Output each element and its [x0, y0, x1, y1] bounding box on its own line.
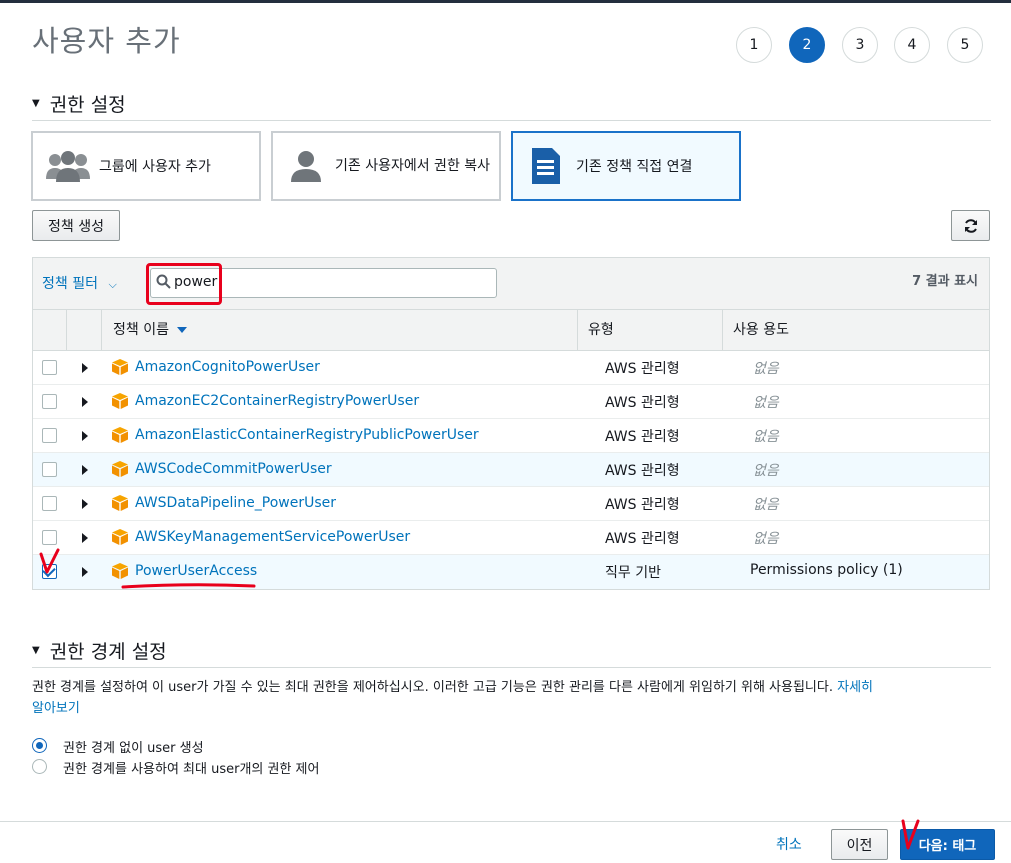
table-row[interactable]: AWSDataPipeline_PowerUser AWS 관리형 없음 [33, 487, 989, 521]
policy-usage: Permissions policy (1) [750, 562, 903, 578]
step-1[interactable]: 1 [736, 27, 772, 63]
expand-row-icon[interactable] [82, 397, 88, 407]
policy-usage: 없음 [753, 429, 779, 445]
policy-type: AWS 관리형 [605, 361, 680, 377]
policy-name-link[interactable]: AmazonCognitoPowerUser [135, 359, 320, 375]
annotation-check-mark [39, 548, 60, 574]
policy-type: AWS 관리형 [605, 395, 680, 411]
policy-name-link[interactable]: AmazonElasticContainerRegistryPublicPowe… [135, 427, 479, 443]
policy-filter-label: 정책 필터 [42, 276, 98, 292]
policy-usage: 없음 [753, 463, 779, 479]
policy-name-link[interactable]: AWSCodeCommitPowerUser [135, 461, 332, 477]
permissions-heading: 권한 설정 [49, 94, 126, 116]
document-icon [530, 148, 560, 184]
annotation-underline [121, 583, 256, 589]
table-row[interactable]: AmazonCognitoPowerUser AWS 관리형 없음 [33, 351, 989, 385]
aws-managed-policy-icon [111, 358, 129, 380]
header-select [33, 310, 66, 350]
step-4[interactable]: 4 [894, 27, 930, 63]
create-policy-button[interactable]: 정책 생성 [32, 210, 120, 241]
option-label: 기존 정책 직접 연결 [576, 159, 693, 175]
step-5[interactable]: 5 [947, 27, 983, 63]
boundary-heading: 권한 경계 설정 [49, 641, 167, 663]
policy-name-link[interactable]: AWSKeyManagementServicePowerUser [135, 529, 410, 545]
top-border [0, 0, 1011, 3]
option-label: 그룹에 사용자 추가 [99, 159, 211, 175]
policy-usage: 없음 [753, 531, 779, 547]
header-policy-name-label: 정책 이름 [113, 322, 169, 338]
aws-managed-policy-icon [111, 392, 129, 414]
policy-name-link[interactable]: PowerUserAccess [135, 563, 257, 579]
header-usage[interactable]: 사용 용도 [722, 310, 989, 350]
expand-row-icon[interactable] [82, 499, 88, 509]
aws-managed-policy-icon [111, 426, 129, 448]
sort-desc-icon [177, 327, 188, 333]
table-header: 정책 이름 유형 사용 용도 [33, 310, 989, 351]
user-icon [289, 149, 323, 183]
row-checkbox[interactable] [42, 394, 57, 409]
radio-use-boundary[interactable] [32, 759, 47, 774]
boundary-description: 권한 경계를 설정하여 이 user가 가질 수 있는 최대 권한을 제어하십시… [32, 677, 992, 719]
page-title: 사용자 추가 [32, 24, 181, 58]
policy-usage: 없음 [753, 361, 779, 377]
previous-button[interactable]: 이전 [831, 829, 888, 860]
row-checkbox[interactable] [42, 496, 57, 511]
caret-down-icon: ▼ [32, 98, 40, 109]
expand-row-icon[interactable] [82, 567, 88, 577]
section-divider [32, 667, 991, 668]
option-add-to-group[interactable]: 그룹에 사용자 추가 [31, 131, 261, 201]
radio-no-boundary-label: 권한 경계 없이 user 생성 [63, 741, 204, 756]
boundary-description-text: 권한 경계를 설정하여 이 user가 가질 수 있는 최대 권한을 제어하십시… [32, 680, 833, 695]
row-checkbox[interactable] [42, 428, 57, 443]
header-type[interactable]: 유형 [577, 310, 722, 350]
policy-name-link[interactable]: AmazonEC2ContainerRegistryPowerUser [135, 393, 419, 409]
header-expand [66, 310, 101, 350]
chevron-down-icon: ⌵ [108, 278, 117, 291]
refresh-button[interactable] [951, 210, 990, 241]
policy-name-link[interactable]: AWSDataPipeline_PowerUser [135, 495, 336, 511]
policy-type: AWS 관리형 [605, 497, 680, 513]
annotation-check-mark [901, 819, 920, 850]
table-row[interactable]: AWSCodeCommitPowerUser AWS 관리형 없음 [33, 453, 989, 487]
expand-row-icon[interactable] [82, 533, 88, 543]
group-icon [45, 149, 91, 183]
aws-managed-policy-icon [111, 494, 129, 516]
header-policy-name[interactable]: 정책 이름 [101, 310, 577, 350]
policy-type: AWS 관리형 [605, 463, 680, 479]
row-checkbox[interactable] [42, 530, 57, 545]
boundary-section-toggle[interactable]: ▼ 권한 경계 설정 [32, 637, 167, 664]
section-divider [32, 120, 991, 121]
expand-row-icon[interactable] [82, 431, 88, 441]
policy-usage: 없음 [753, 497, 779, 513]
option-copy-permissions[interactable]: 기존 사용자에서 권한 복사 [271, 131, 501, 201]
table-row[interactable]: AmazonElasticContainerRegistryPublicPowe… [33, 419, 989, 453]
expand-row-icon[interactable] [82, 363, 88, 373]
option-attach-policies[interactable]: 기존 정책 직접 연결 [511, 131, 741, 201]
policy-type: 직무 기반 [605, 565, 661, 581]
refresh-icon [964, 218, 977, 233]
policy-type: AWS 관리형 [605, 531, 680, 547]
policy-usage: 없음 [753, 395, 779, 411]
option-label: 기존 사용자에서 권한 복사 [335, 158, 491, 174]
expand-row-icon[interactable] [82, 465, 88, 475]
row-checkbox[interactable] [42, 360, 57, 375]
result-count: 7 결과 표시 [912, 274, 978, 289]
policy-type: AWS 관리형 [605, 429, 680, 445]
cancel-link[interactable]: 취소 [776, 834, 802, 854]
annotation-highlight-box [146, 263, 222, 305]
radio-no-boundary[interactable] [32, 738, 47, 753]
table-row[interactable]: AWSKeyManagementServicePowerUser AWS 관리형… [33, 521, 989, 555]
step-2[interactable]: 2 [789, 27, 825, 63]
policy-filter-dropdown[interactable]: 정책 필터 ⌵ [42, 273, 117, 293]
policy-table: 정책 이름 유형 사용 용도 AmazonCognitoPowerUser AW… [32, 309, 990, 590]
footer-divider [0, 821, 1011, 822]
caret-down-icon: ▼ [32, 645, 40, 656]
radio-use-boundary-label: 권한 경계를 사용하여 최대 user개의 권한 제어 [63, 762, 320, 777]
aws-managed-policy-icon [111, 460, 129, 482]
row-checkbox[interactable] [42, 462, 57, 477]
step-3[interactable]: 3 [842, 27, 878, 63]
aws-managed-policy-icon [111, 528, 129, 550]
table-row[interactable]: AmazonEC2ContainerRegistryPowerUser AWS … [33, 385, 989, 419]
permissions-section-toggle[interactable]: ▼ 권한 설정 [32, 90, 126, 117]
